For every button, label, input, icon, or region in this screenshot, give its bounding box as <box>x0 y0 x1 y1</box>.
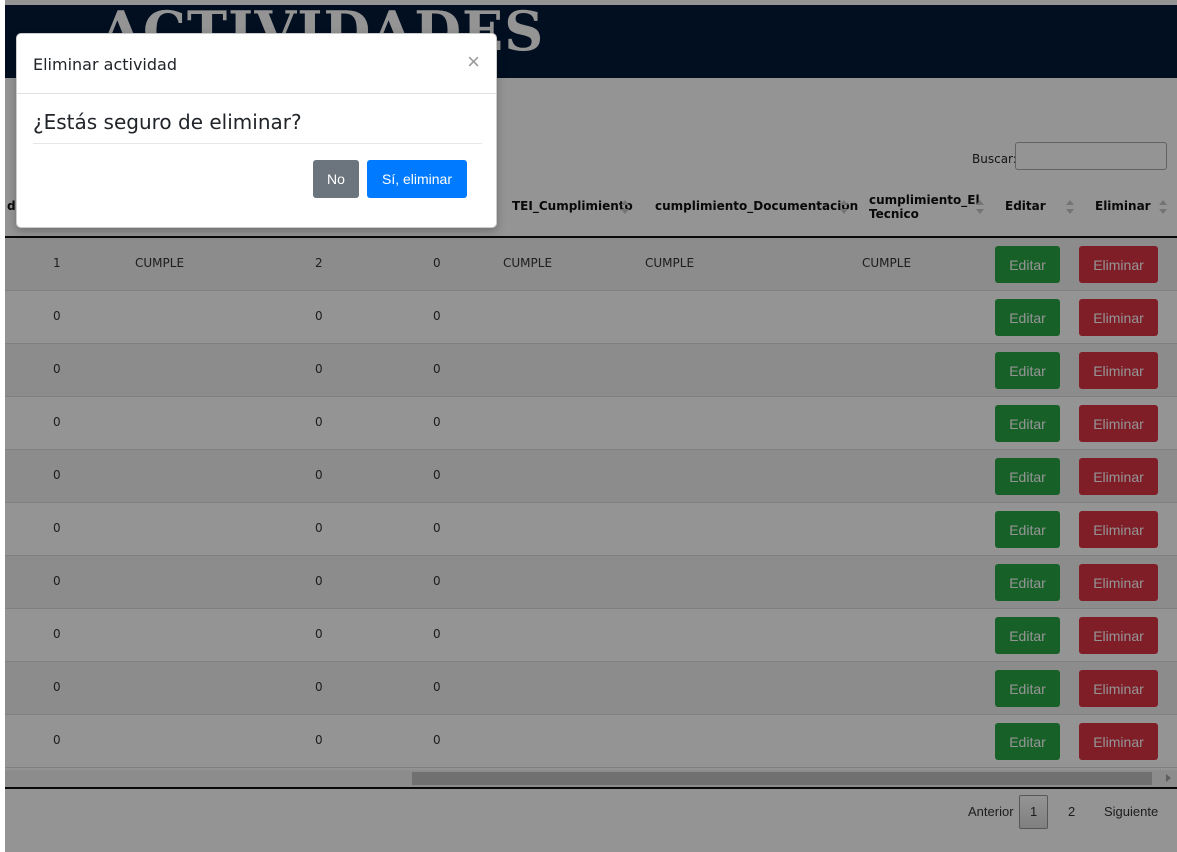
modal-divider <box>33 143 482 144</box>
no-button[interactable]: No <box>313 160 359 198</box>
modal-header: Eliminar actividad × <box>17 34 496 94</box>
delete-modal: Eliminar actividad × ¿Estás seguro de el… <box>16 33 497 228</box>
modal-question: ¿Estás seguro de eliminar? <box>33 110 302 134</box>
close-icon[interactable]: × <box>467 50 480 74</box>
modal-title: Eliminar actividad <box>33 55 177 74</box>
confirm-delete-button[interactable]: Sí, eliminar <box>367 160 467 198</box>
left-edge <box>0 0 5 852</box>
